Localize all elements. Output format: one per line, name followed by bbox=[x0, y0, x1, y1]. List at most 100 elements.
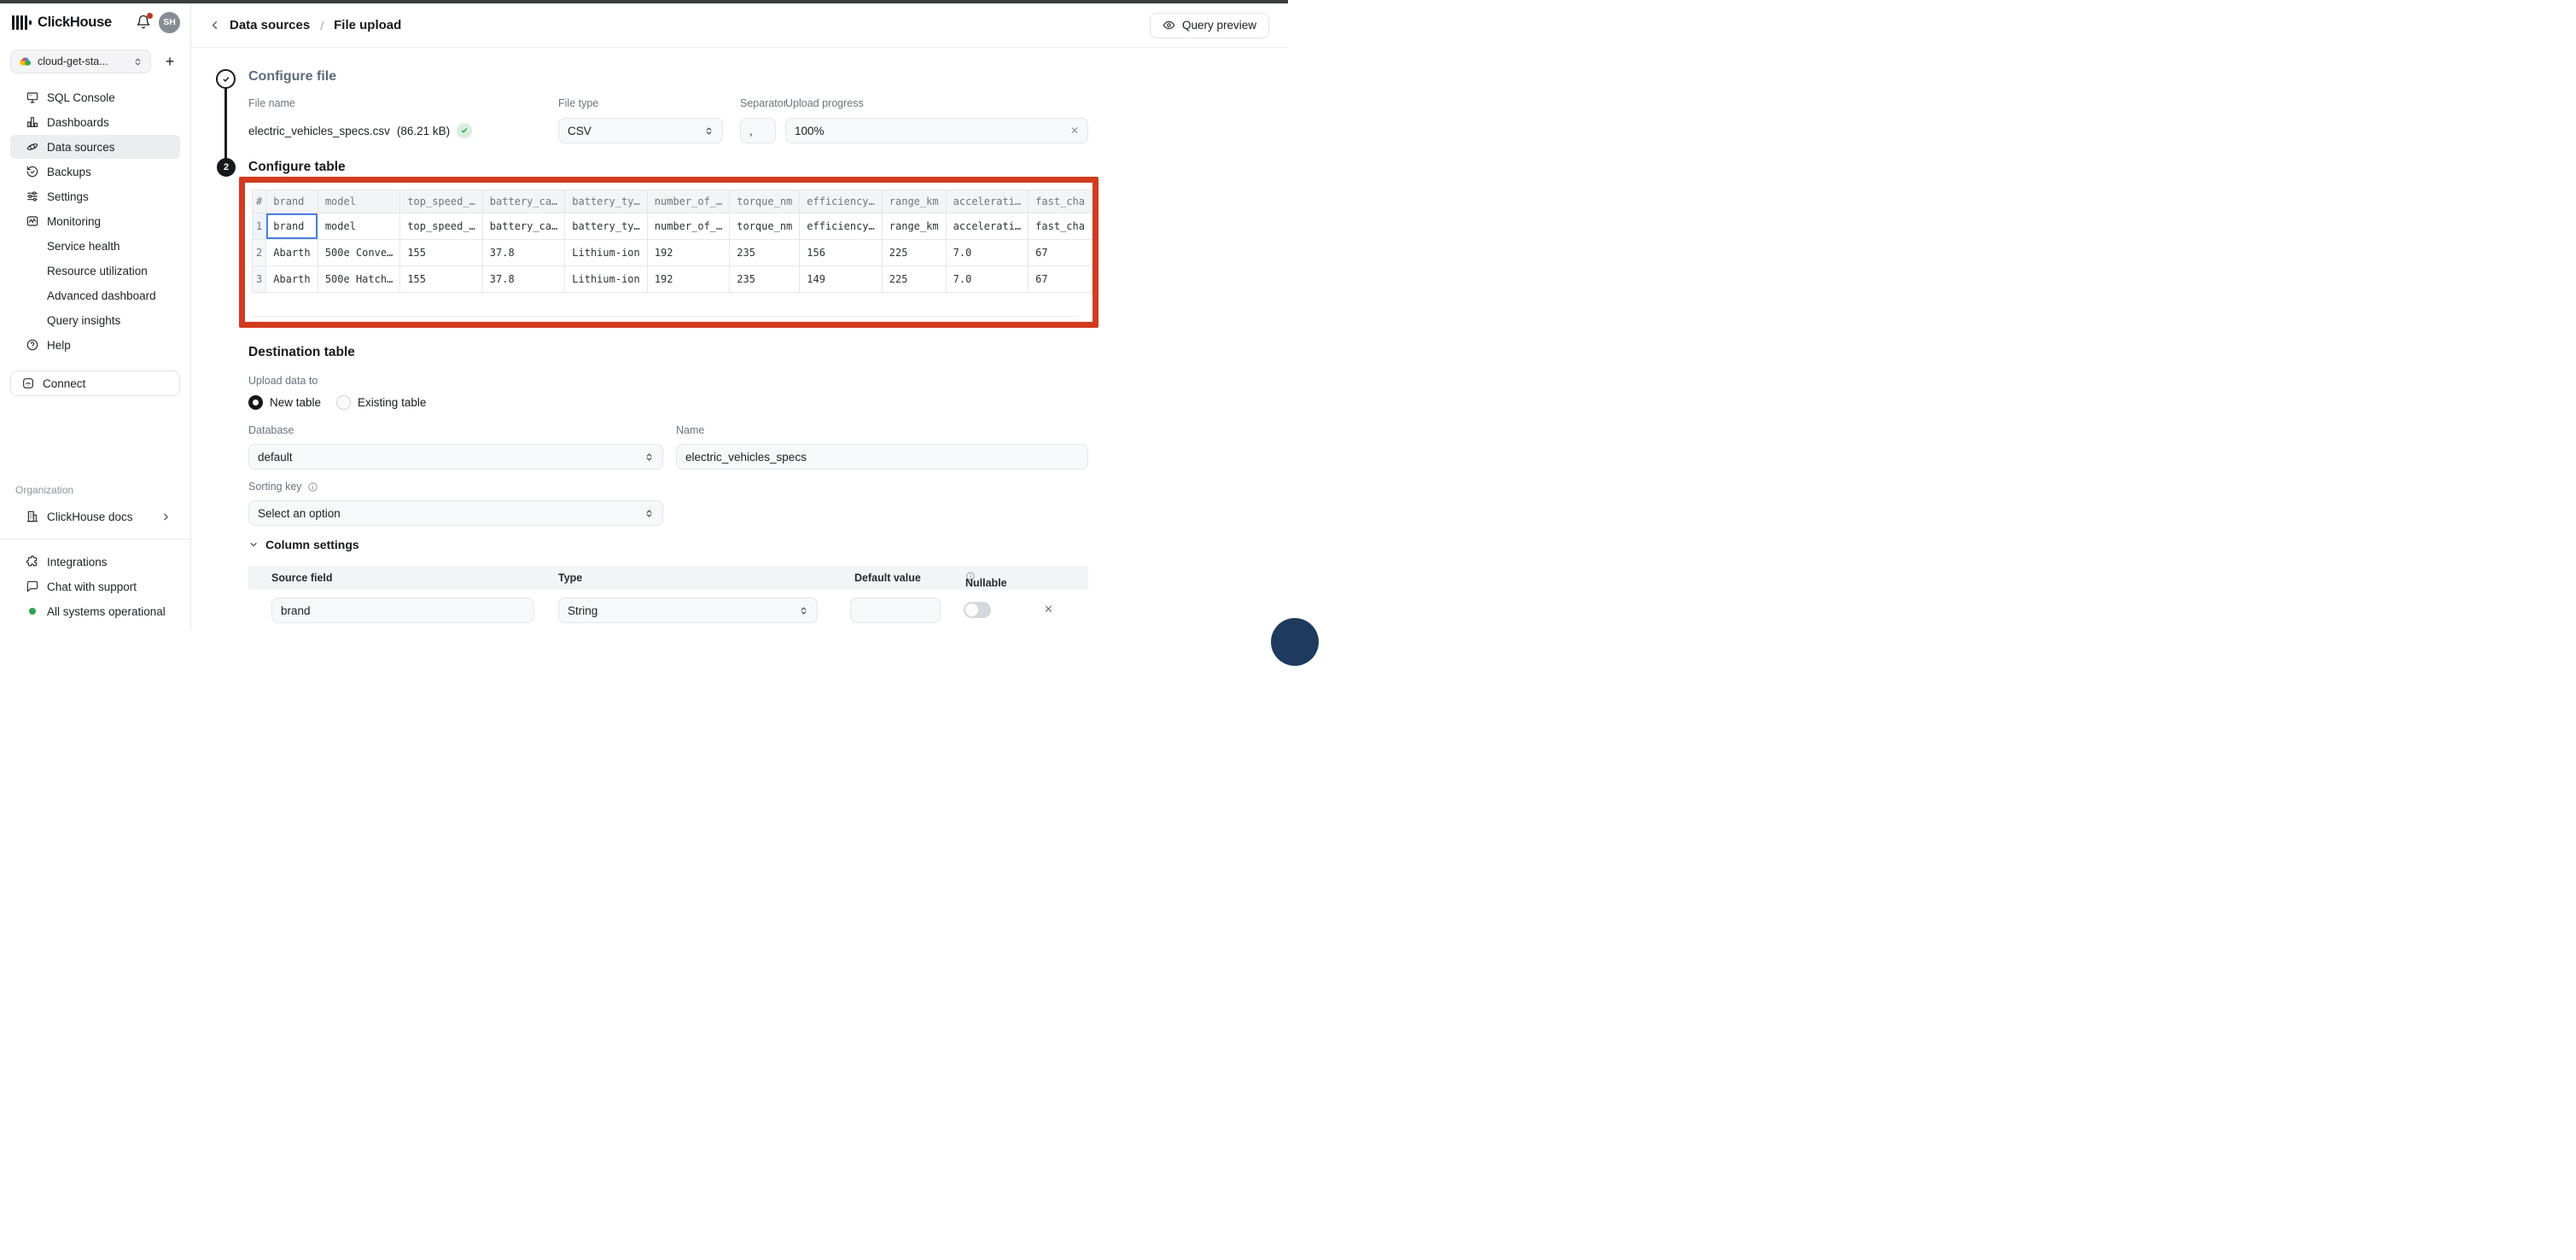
step-1-complete-badge bbox=[216, 69, 236, 89]
preview-cell[interactable]: number_of_… bbox=[648, 213, 730, 240]
table-name-input[interactable]: electric_vehicles_specs bbox=[676, 444, 1088, 470]
query-preview-button[interactable]: Query preview bbox=[1150, 13, 1269, 38]
file-name-text: electric_vehicles_specs.csv bbox=[248, 125, 390, 137]
sidebar-item-service-health[interactable]: Service health bbox=[10, 234, 180, 258]
name-label: Name bbox=[676, 424, 704, 436]
clear-upload-icon[interactable]: ✕ bbox=[1070, 125, 1079, 137]
sidebar-item-settings[interactable]: Settings bbox=[10, 184, 180, 208]
preview-cell[interactable]: 225 bbox=[883, 240, 947, 266]
default-value-header: Default value bbox=[854, 572, 921, 584]
preview-cell[interactable]: 192 bbox=[648, 240, 730, 266]
sidebar-item-sql-console[interactable]: SQL Console bbox=[10, 85, 180, 109]
radio-new-table[interactable]: New table bbox=[248, 395, 321, 410]
step-connector-line bbox=[224, 88, 227, 160]
type-select[interactable]: String bbox=[558, 598, 818, 623]
connect-button[interactable]: Connect bbox=[10, 370, 180, 396]
source-field-input[interactable] bbox=[271, 598, 534, 623]
info-icon[interactable] bbox=[307, 481, 318, 493]
notifications-bell-icon[interactable] bbox=[136, 15, 151, 30]
preview-cell[interactable]: accelerati… bbox=[947, 213, 1029, 240]
service-selector[interactable]: cloud-get-sta... bbox=[10, 50, 151, 73]
configure-table-title: Configure table bbox=[248, 160, 346, 175]
preview-column-header: efficiency… bbox=[800, 190, 882, 213]
remove-column-icon[interactable]: ✕ bbox=[1044, 603, 1053, 616]
preview-cell[interactable]: 149 bbox=[800, 266, 882, 293]
preview-cell[interactable]: brand bbox=[266, 213, 318, 240]
preview-cell[interactable]: battery_ca… bbox=[483, 213, 565, 240]
preview-cell[interactable]: 235 bbox=[730, 266, 800, 293]
file-type-select[interactable]: CSV bbox=[558, 118, 723, 143]
sorting-key-select[interactable]: Select an option bbox=[248, 500, 663, 526]
service-name: cloud-get-sta... bbox=[38, 55, 108, 67]
preview-cell[interactable]: 500e Conve… bbox=[318, 240, 400, 266]
preview-cell[interactable]: 155 bbox=[400, 240, 482, 266]
radio-existing-table[interactable]: Existing table bbox=[336, 395, 426, 410]
sidebar-item-monitoring[interactable]: Monitoring bbox=[10, 209, 180, 233]
upload-data-to-label: Upload data to bbox=[248, 375, 318, 387]
chat-bubble-icon bbox=[26, 580, 39, 593]
preview-cell[interactable]: 7.0 bbox=[947, 266, 1029, 293]
preview-cell[interactable]: 67 bbox=[1029, 266, 1093, 293]
breadcrumb-parent[interactable]: Data sources bbox=[230, 18, 310, 32]
preview-cell[interactable]: Lithium-ion bbox=[565, 240, 647, 266]
select-chevrons-icon bbox=[704, 126, 714, 136]
notification-dot bbox=[147, 13, 153, 19]
preview-cell[interactable]: top_speed_… bbox=[400, 213, 482, 240]
sidebar-item-chat-support[interactable]: Chat with support bbox=[10, 575, 180, 598]
table-preview-scroll[interactable]: #brandmodeltop_speed_…battery_ca…battery… bbox=[252, 190, 1093, 313]
preview-cell[interactable]: fast_cha bbox=[1029, 213, 1093, 240]
sidebar-item-help[interactable]: Help bbox=[10, 333, 180, 357]
sidebar-item-data-sources[interactable]: Data sources bbox=[10, 135, 180, 159]
preview-column-header: battery_ty… bbox=[565, 190, 647, 213]
sidebar-item-clickhouse-docs[interactable]: ClickHouse docs bbox=[10, 505, 180, 528]
preview-cell[interactable]: 7.0 bbox=[947, 240, 1029, 266]
preview-column-header: battery_ca… bbox=[483, 190, 565, 213]
select-chevrons-icon bbox=[644, 452, 654, 462]
preview-cell[interactable]: 225 bbox=[883, 266, 947, 293]
preview-cell[interactable]: model bbox=[318, 213, 400, 240]
settings-icon bbox=[26, 190, 39, 203]
preview-cell[interactable]: 37.8 bbox=[483, 266, 565, 293]
sidebar-item-label: Chat with support bbox=[47, 580, 137, 593]
sidebar-item-query-insights[interactable]: Query insights bbox=[10, 308, 180, 332]
default-value-input[interactable] bbox=[850, 598, 941, 623]
upload-progress-value: 100% bbox=[795, 125, 825, 137]
preview-cell[interactable]: Abarth bbox=[266, 240, 318, 266]
preview-cell[interactable]: Lithium-ion bbox=[565, 266, 647, 293]
database-select[interactable]: default bbox=[248, 444, 663, 470]
sql-console-icon bbox=[26, 90, 39, 104]
sidebar-item-dashboards[interactable]: Dashboards bbox=[10, 110, 180, 134]
preview-cell[interactable]: 156 bbox=[800, 240, 882, 266]
sidebar-item-backups[interactable]: Backups bbox=[10, 160, 180, 184]
preview-cell[interactable]: battery_ty… bbox=[565, 213, 647, 240]
chat-launcher-bubble[interactable] bbox=[1271, 618, 1319, 666]
preview-cell[interactable]: range_km bbox=[883, 213, 947, 240]
separator-input[interactable]: , bbox=[740, 118, 776, 143]
preview-cell[interactable]: 67 bbox=[1029, 240, 1093, 266]
preview-cell[interactable]: 235 bbox=[730, 240, 800, 266]
file-name-value: electric_vehicles_specs.csv (86.21 kB) bbox=[248, 118, 472, 143]
sidebar-item-label: ClickHouse docs bbox=[47, 510, 133, 523]
sidebar-item-resource-utilization[interactable]: Resource utilization bbox=[10, 259, 180, 283]
table-preview-highlight-box: #brandmodeltop_speed_…battery_ca…battery… bbox=[239, 177, 1099, 328]
table-name-value: electric_vehicles_specs bbox=[685, 451, 807, 464]
sidebar-item-system-status[interactable]: All systems operational bbox=[10, 599, 180, 623]
sidebar-item-advanced-dashboard[interactable]: Advanced dashboard bbox=[10, 283, 180, 307]
back-chevron-icon[interactable] bbox=[208, 19, 221, 32]
preview-cell[interactable]: 37.8 bbox=[483, 240, 565, 266]
column-settings-toggle[interactable]: Column settings bbox=[248, 538, 359, 551]
preview-cell[interactable]: 192 bbox=[648, 266, 730, 293]
radio-unselected-icon bbox=[336, 395, 351, 410]
nullable-toggle[interactable] bbox=[964, 602, 991, 618]
preview-cell[interactable]: Abarth bbox=[266, 266, 318, 293]
preview-column-header: model bbox=[318, 190, 400, 213]
dashboards-icon bbox=[26, 115, 39, 129]
preview-cell[interactable]: efficiency… bbox=[800, 213, 882, 240]
horizontal-scrollbar[interactable] bbox=[252, 316, 1079, 317]
preview-cell[interactable]: 155 bbox=[400, 266, 482, 293]
sidebar-item-integrations[interactable]: Integrations bbox=[10, 550, 180, 574]
add-service-button[interactable]: + bbox=[160, 51, 180, 72]
preview-cell[interactable]: torque_nm bbox=[730, 213, 800, 240]
preview-cell[interactable]: 500e Hatch… bbox=[318, 266, 400, 293]
avatar[interactable]: SH bbox=[159, 12, 180, 33]
